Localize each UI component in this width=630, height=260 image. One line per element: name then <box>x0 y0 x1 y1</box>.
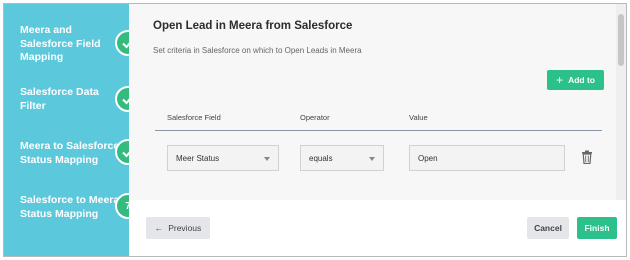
vertical-scrollbar[interactable] <box>616 4 626 200</box>
value-input[interactable]: Open <box>409 145 565 171</box>
step-data-filter[interactable]: Salesforce Data Filter <box>20 86 120 113</box>
selected-operator: equals <box>309 153 333 163</box>
salesforce-field-select[interactable]: Meer Status <box>167 145 279 171</box>
finish-button[interactable]: Finish <box>577 217 617 239</box>
page-title: Open Lead in Meera from Salesforce <box>153 20 353 32</box>
header-divider <box>155 130 602 131</box>
chevron-down-icon <box>369 157 375 161</box>
step-label: Meera and Salesforce Field Mapping <box>20 24 101 63</box>
step-label: Salesforce to Meera Status Mapping <box>20 194 120 220</box>
scrollbar-thumb[interactable] <box>618 14 624 66</box>
column-header-operator: Operator <box>300 113 330 122</box>
chevron-down-icon <box>264 157 270 161</box>
previous-button[interactable]: ← Previous <box>146 217 210 239</box>
cancel-button[interactable]: Cancel <box>527 217 569 239</box>
step-label: Meera to Salesforce Status Mapping <box>20 140 120 166</box>
add-button-label: Add to <box>568 75 595 85</box>
main-panel: Open Lead in Meera from Salesforce Set c… <box>129 4 626 256</box>
wizard-footer: ← Previous Cancel Finish <box>129 200 626 256</box>
filter-content: Open Lead in Meera from Salesforce Set c… <box>129 4 616 200</box>
wizard-window: Meera and Salesforce Field Mapping Sales… <box>3 3 627 257</box>
page-subtitle: Set criteria in Salesforce on which to O… <box>153 46 362 55</box>
selected-field: Meer Status <box>176 153 220 163</box>
delete-row-trash-icon[interactable] <box>581 150 593 164</box>
step-label: Salesforce Data Filter <box>20 86 99 112</box>
arrow-left-icon: ← <box>154 223 164 233</box>
plus-icon: + <box>556 73 564 87</box>
wizard-steps-sidebar: Meera and Salesforce Field Mapping Sales… <box>4 4 141 256</box>
value-text: Open <box>418 153 438 163</box>
step-salesforce-to-meera[interactable]: Salesforce to Meera Status Mapping <box>20 194 120 221</box>
step-meera-to-salesforce[interactable]: Meera to Salesforce Status Mapping <box>20 140 120 167</box>
step-field-mapping[interactable]: Meera and Salesforce Field Mapping <box>20 24 120 65</box>
operator-select[interactable]: equals <box>300 145 384 171</box>
column-header-field: Salesforce Field <box>167 113 221 122</box>
column-header-value: Value <box>409 113 428 122</box>
add-condition-button[interactable]: + Add to <box>547 70 604 90</box>
previous-label: Previous <box>168 223 202 233</box>
